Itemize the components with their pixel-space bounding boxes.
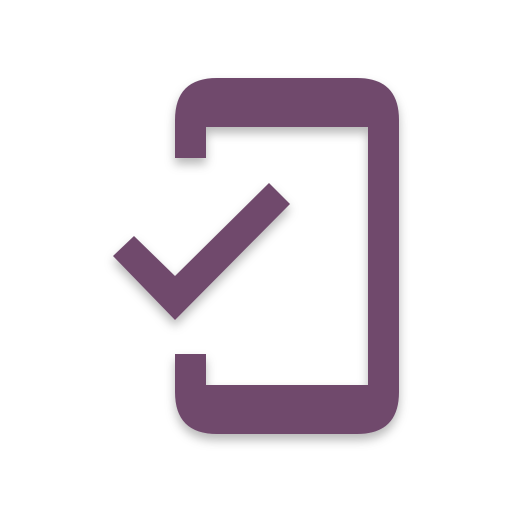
phone-check-icon-svg (113, 78, 399, 434)
app-icon-canvas (0, 0, 512, 512)
check-mark-icon (113, 183, 290, 320)
phone-check-icon (0, 0, 512, 512)
